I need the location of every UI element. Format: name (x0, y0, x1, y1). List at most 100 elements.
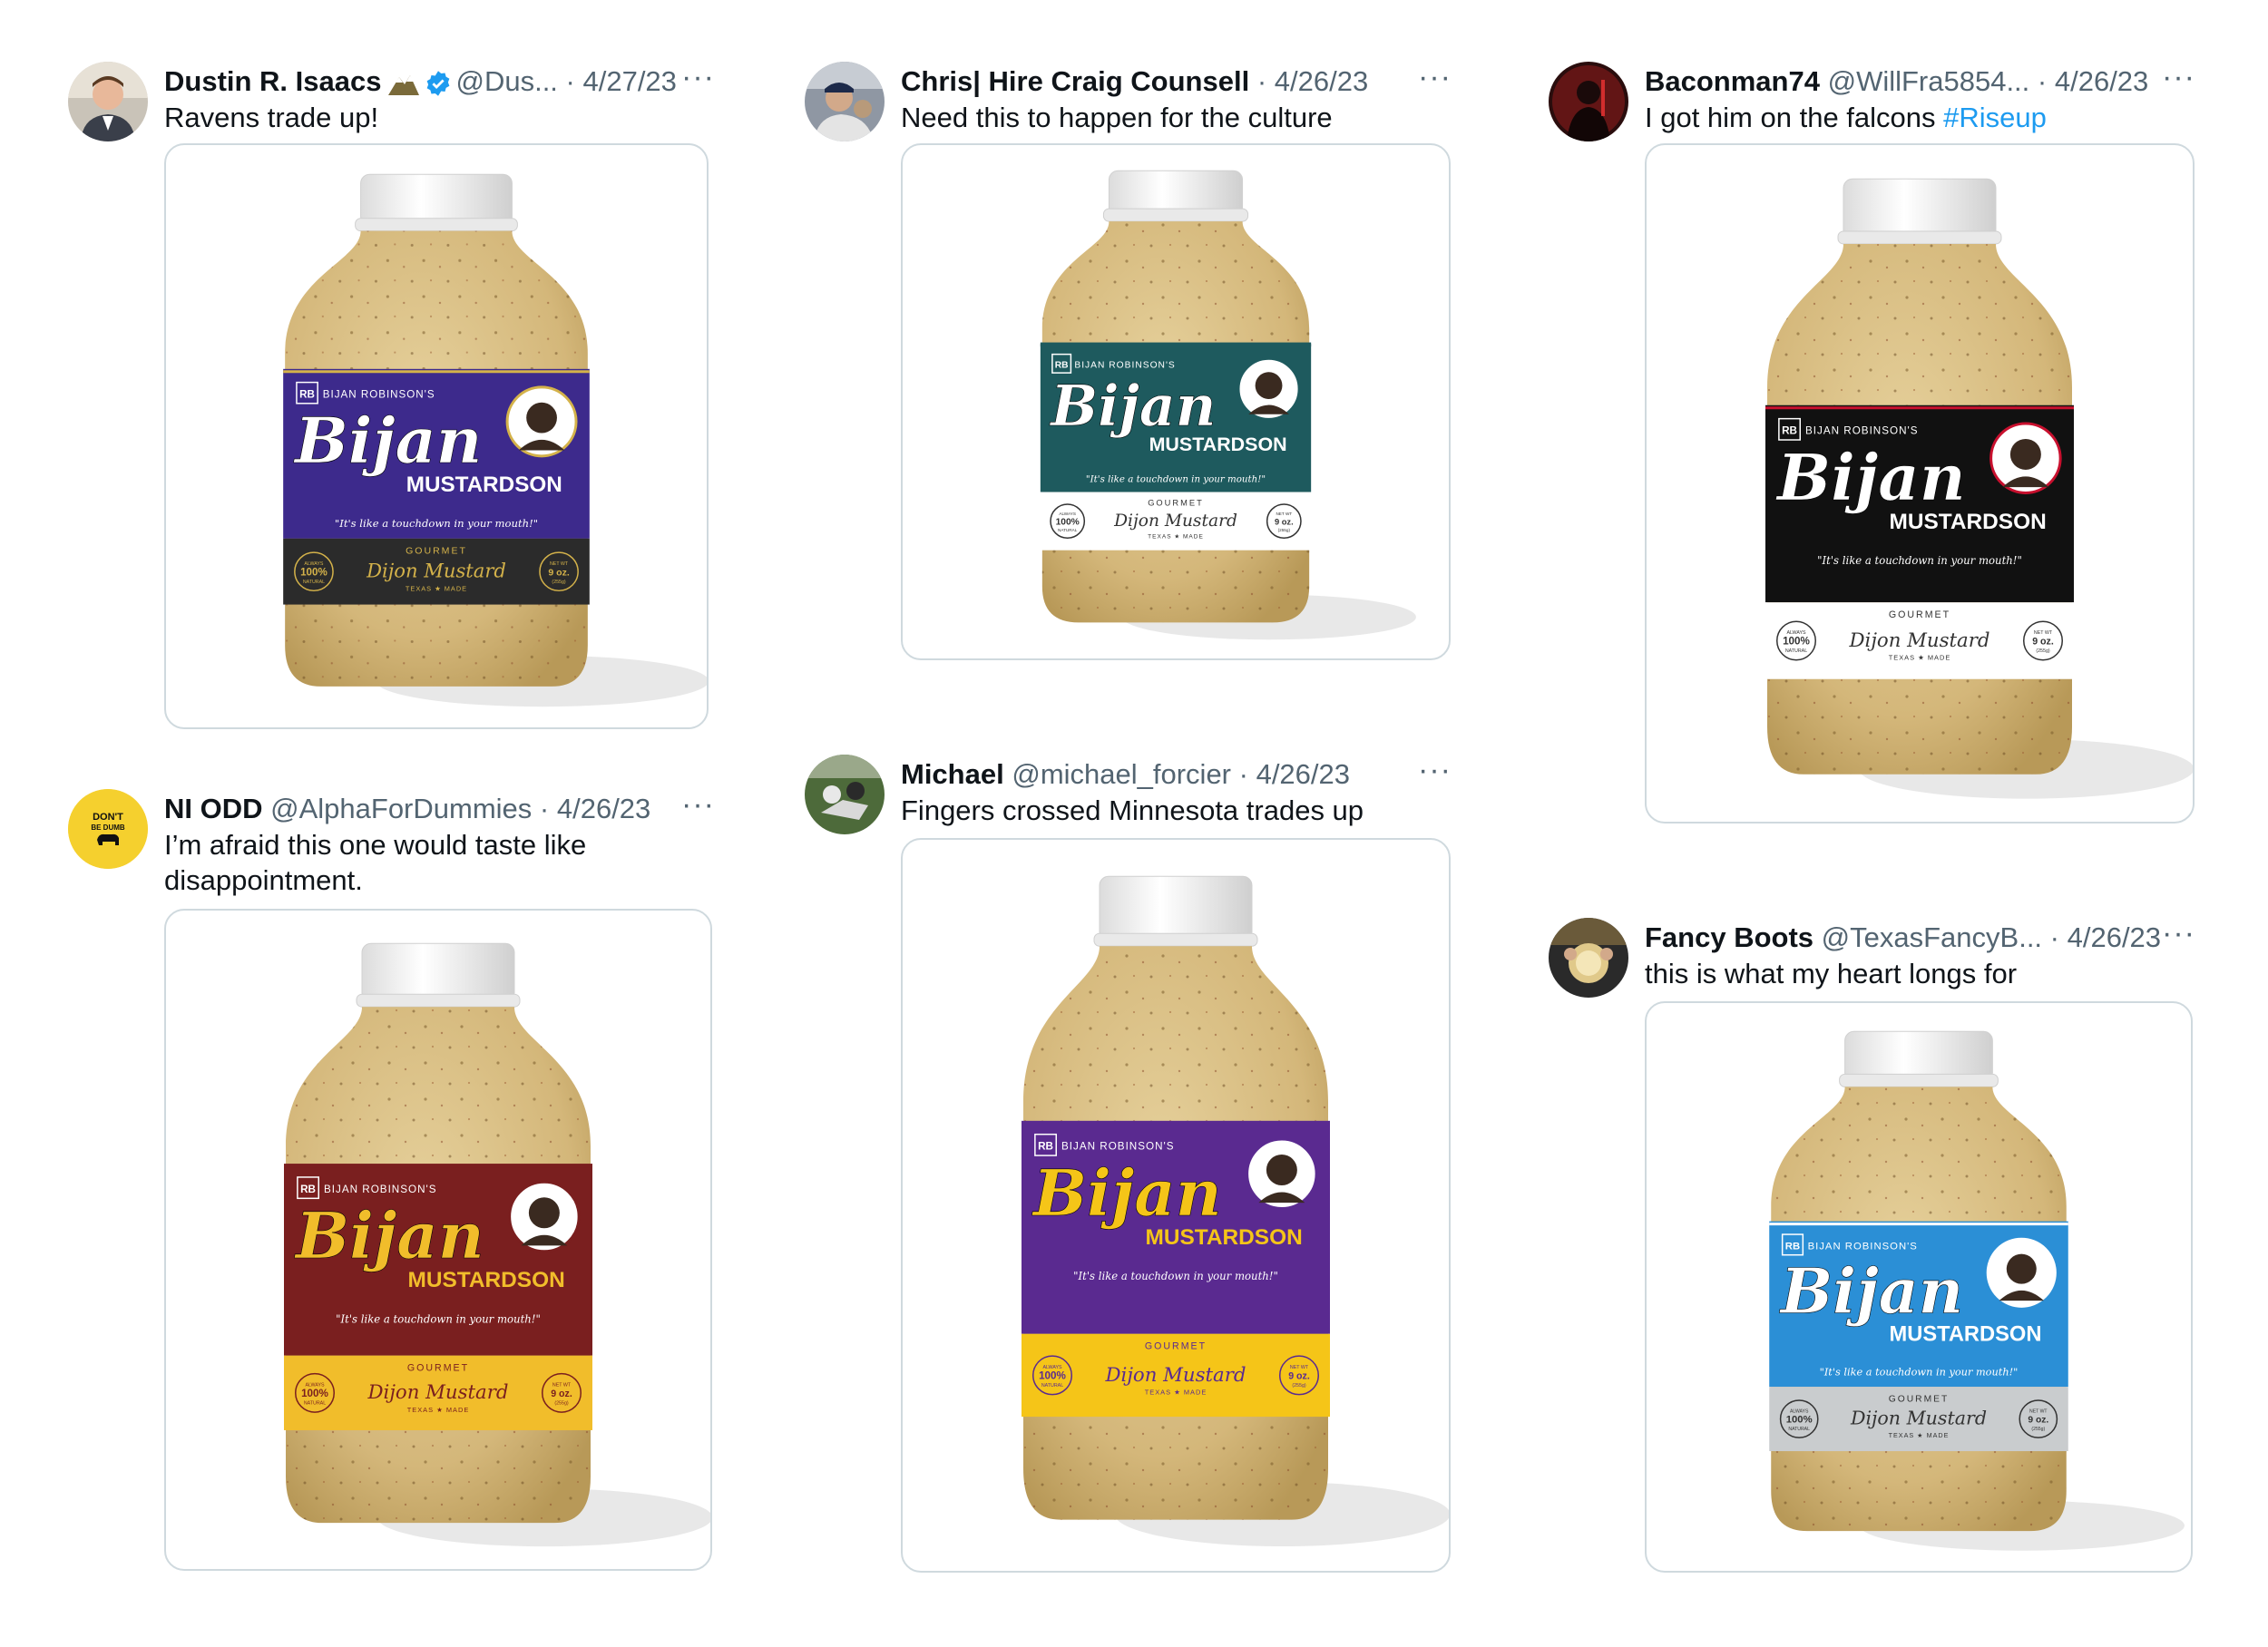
tweet-image[interactable]: RB BIJAN ROBINSON'S Bijan MUSTARDSON "It's l… (1645, 1001, 2193, 1573)
portrait-face (1266, 1155, 1297, 1186)
weight-text: 9 oz. (548, 567, 570, 578)
label-brand-small: BIJAN ROBINSON'S (1805, 425, 1919, 437)
tweet-image[interactable]: RB BIJAN ROBINSON'S Bijan MUSTARDSON "It's l… (901, 143, 1451, 660)
weight-text: 9 oz. (1275, 517, 1294, 526)
badge-mid-text: 100% (1056, 517, 1080, 527)
portrait-face (526, 402, 557, 434)
label-brand-small: BIJAN ROBINSON'S (324, 1184, 437, 1195)
hashtag-link[interactable]: #Riseup (1943, 102, 2047, 133)
handle[interactable]: @Dus... (455, 65, 557, 97)
handle[interactable]: @michael_forcier (1012, 758, 1231, 790)
badge-mid-text: 100% (1039, 1370, 1066, 1382)
tweet-date[interactable]: 4/26/23 (1256, 758, 1350, 790)
label-tagline: "It's like a touchdown in your mouth!" (1073, 1270, 1278, 1282)
bottle-cap-ring (356, 993, 521, 1008)
portrait-face (2009, 438, 2041, 470)
more-options-icon[interactable]: ··· (1418, 62, 1452, 93)
label-gourmet: GOURMET (1145, 1341, 1207, 1352)
weight-text: 9 oz. (551, 1389, 572, 1399)
tweet-text-line: disappointment. (164, 864, 363, 896)
bottle-group: RB BIJAN ROBINSON'S BijanMUSTARDSON "It's l… (1022, 875, 1449, 1547)
tweet-text: I got him on the falcons #Riseup (1645, 100, 2047, 135)
avatar-photo (1549, 62, 1628, 141)
rb-badge-text: RB (1038, 1141, 1053, 1153)
net-wt-text: NET WT (1290, 1365, 1309, 1370)
avatar[interactable] (1549, 918, 1628, 998)
portrait-face (2006, 1253, 2037, 1284)
tweet-date[interactable]: 4/26/23 (557, 793, 650, 824)
avatar[interactable] (805, 755, 885, 834)
dont-be-dumb-logo: DON'T BE DUMB (68, 789, 148, 869)
tweet-6[interactable]: Fancy Boots @TexasFancyB... · 4/26/23 ··… (1549, 918, 2220, 1573)
verified-badge-icon (427, 71, 450, 96)
tweet-2[interactable]: Chris| Hire Craig Counsell · 4/26/23 ···… (805, 62, 1476, 660)
bottle-group: RB BIJAN ROBINSON'S BijanMUSTARDSON "It's l… (284, 942, 710, 1547)
avatar-photo (1549, 918, 1628, 998)
label-gourmet: GOURMET (1148, 498, 1204, 507)
tweet-5[interactable]: Michael @michael_forcier · 4/26/23 ··· F… (805, 755, 1476, 1573)
badge-mid-text: 100% (1786, 1415, 1813, 1426)
label-tagline: "It's like a touchdown in your mouth!" (1086, 473, 1266, 484)
label-tagline: "It's like a touchdown in your mouth!" (1820, 1366, 2019, 1379)
badge-mid-text: 100% (300, 566, 327, 578)
tweet-4[interactable]: DON'T BE DUMB NI ODD @AlphaForDummies · … (68, 789, 739, 1571)
badge-top-text: ALWAYS (1059, 512, 1076, 516)
portrait-face (1255, 372, 1283, 400)
tweet-date[interactable]: 4/26/23 (2055, 65, 2148, 97)
more-options-icon[interactable]: ··· (1418, 755, 1452, 785)
handle[interactable]: @AlphaForDummies (270, 793, 532, 824)
separator-dot: · (2042, 921, 2068, 953)
avatar[interactable] (1549, 62, 1628, 141)
avatar-photo (805, 755, 885, 834)
weight-text: 9 oz. (2032, 637, 2054, 648)
tweet-date[interactable]: 4/26/23 (1275, 65, 1368, 97)
label-dijon: Dijon Mustard (1105, 1364, 1246, 1387)
separator-dot: · (1231, 758, 1256, 790)
label-product-word: MUSTARDSON (408, 1268, 565, 1292)
display-name[interactable]: Baconman74 (1645, 65, 1820, 97)
tweet-image[interactable]: RB BIJAN ROBINSON'S Bijan MUSTARDSON "It's l… (1645, 143, 2195, 824)
avatar[interactable] (805, 62, 885, 141)
tweet-image[interactable]: RB BIJAN ROBINSON'S Bijan MUSTARDSON "It's l… (164, 143, 709, 729)
grams-text: (255g) (554, 1401, 569, 1407)
bottle-cap (361, 942, 515, 1002)
display-name[interactable]: Dustin R. Isaacs (164, 65, 381, 97)
display-name[interactable]: Fancy Boots (1645, 921, 1813, 953)
bottle-cap-ring (355, 218, 518, 232)
label-brand-big: Bijan (293, 404, 482, 478)
badge-mid-text: 100% (1783, 636, 1810, 648)
tweet-1[interactable]: Dustin R. Isaacs @Dus... · 4/27/23 ··· Ra… (68, 62, 739, 733)
tweet-image[interactable]: RB BIJAN ROBINSON'S Bijan MUSTARDSON "It's l… (901, 838, 1451, 1573)
more-options-icon[interactable]: ··· (2162, 62, 2195, 93)
handle[interactable]: @WillFra5854... (1828, 65, 2030, 97)
label-brand-small: BIJAN ROBINSON'S (323, 388, 435, 400)
tweet-header: Baconman74 @WillFra5854... · 4/26/23 (1645, 63, 2148, 100)
tweet-date[interactable]: 4/27/23 (582, 65, 676, 97)
label-dijon: Dijon Mustard (1850, 1408, 1987, 1429)
tweet-image[interactable]: RB BIJAN ROBINSON'S Bijan MUSTARDSON "It's l… (164, 909, 712, 1571)
badge-bottom-text: NATURAL (1785, 648, 1807, 654)
mustard-bottle-image: RB BIJAN ROBINSON'S BijanMUSTARDSON "It's l… (283, 173, 707, 707)
label-texas-made: TEXAS ★ MADE (1889, 1431, 1950, 1439)
avatar-text-1: DON'T (93, 812, 123, 823)
display-name[interactable]: NI ODD (164, 793, 263, 824)
tweet-date[interactable]: 4/26/23 (2068, 921, 2161, 953)
badge-top-text: ALWAYS (1790, 1408, 1809, 1414)
grams-text: (255g) (1278, 528, 1291, 532)
tweet-3[interactable]: Baconman74 @WillFra5854... · 4/26/23 ···… (1549, 62, 2220, 824)
handle[interactable]: @TexasFancyB... (1822, 921, 2042, 953)
display-name[interactable]: Chris| Hire Craig Counsell (901, 65, 1249, 97)
avatar[interactable]: DON'T BE DUMB (68, 789, 148, 869)
avatar[interactable] (68, 62, 148, 141)
badge-bottom-text: NATURAL (304, 1401, 326, 1407)
tweet-header: Chris| Hire Craig Counsell · 4/26/23 (901, 63, 1368, 100)
bottle-group: RB BIJAN ROBINSON'S BijanMUSTARDSON "It's l… (1040, 170, 1416, 640)
more-options-icon[interactable]: ··· (2162, 918, 2195, 949)
net-wt-text: NET WT (552, 1382, 572, 1388)
label-texas-made: TEXAS ★ MADE (1148, 532, 1204, 540)
more-options-icon[interactable]: ··· (681, 789, 715, 820)
tweet-text-content: I got him on the falcons (1645, 102, 1944, 133)
more-options-icon[interactable]: ··· (681, 62, 715, 93)
display-name[interactable]: Michael (901, 758, 1004, 790)
label-brand-small: BIJAN ROBINSON'S (1061, 1141, 1175, 1153)
